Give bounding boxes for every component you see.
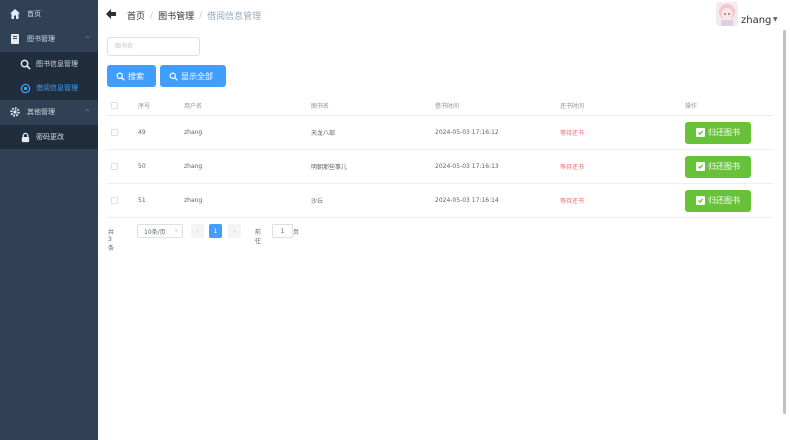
header: 首页 / 图书管理 / 借阅信息管理 zhang ▼: [98, 0, 790, 30]
back-arrow-icon[interactable]: [105, 8, 117, 20]
cell-action: 归还图书: [685, 116, 751, 149]
check-icon: [696, 128, 705, 137]
cell-book: 沙丘: [311, 198, 324, 205]
vertical-scrollbar[interactable]: [783, 30, 786, 414]
cell-borrow-time: 2024-05-03 17:16:13: [435, 163, 499, 170]
select-all-checkbox[interactable]: [111, 101, 118, 109]
page-number-1[interactable]: 1: [209, 224, 222, 238]
column-header-id: 序号: [138, 102, 151, 110]
breadcrumb-home[interactable]: 首页: [127, 9, 145, 22]
sidebar-item-borrow-info[interactable]: 借阅信息管理: [0, 76, 98, 100]
cell-return-status: 等待还书: [560, 130, 585, 137]
book-icon: [9, 33, 21, 45]
return-book-button[interactable]: 归还图书: [685, 155, 751, 178]
column-header-borrow-time: 借书时间: [435, 102, 460, 110]
sidebar-item-book-mgmt[interactable]: 图书管理 ^: [0, 27, 98, 51]
cell-id: 50: [138, 163, 146, 170]
pagination-total: 共 3 条: [108, 229, 115, 252]
check-icon: [696, 162, 705, 171]
sidebar-item-password-change[interactable]: 密码更改: [0, 125, 98, 149]
sidebar-item-label: 图书管理: [27, 35, 55, 43]
return-book-label: 归还图书: [708, 162, 740, 171]
breadcrumb-current: 借阅信息管理: [207, 12, 262, 22]
cell-book: 明朝那些事儿: [311, 164, 348, 171]
book-name-search-input[interactable]: [107, 37, 200, 56]
search-button-label: 搜索: [128, 71, 144, 81]
chevron-up-icon: ^: [84, 35, 90, 43]
breadcrumb-separator: /: [150, 10, 154, 21]
home-icon: [9, 8, 21, 20]
sidebar-item-label: 首页: [27, 10, 41, 18]
username[interactable]: zhang: [741, 15, 771, 26]
return-book-button[interactable]: 归还图书: [685, 121, 751, 144]
cell-user: zhang: [184, 197, 203, 204]
check-icon: [696, 196, 705, 205]
column-header-book: 图书名: [311, 102, 330, 110]
goto-label: 前往: [255, 229, 262, 245]
page-suffix: 页: [293, 229, 300, 236]
borrow-icon: [19, 82, 31, 94]
page-size-select[interactable]: 10条/页 ∨: [137, 224, 183, 238]
chevron-up-icon: ^: [84, 108, 90, 116]
sidebar-item-home[interactable]: 首页: [0, 2, 98, 26]
cell-return-status: 等待还书: [560, 198, 585, 205]
cell-action: 归还图书: [685, 184, 751, 217]
search-icon: [19, 58, 31, 70]
cell-user: zhang: [184, 129, 203, 136]
row-checkbox-cell: [111, 184, 118, 217]
sidebar-item-label: 密码更改: [36, 133, 64, 141]
show-all-button[interactable]: 显示全部: [160, 65, 226, 87]
chevron-down-icon: ∨: [174, 228, 178, 234]
row-checkbox-cell: [111, 116, 118, 149]
return-book-button[interactable]: 归还图书: [685, 189, 751, 212]
search-icon: [116, 72, 125, 81]
cell-user: zhang: [184, 163, 203, 170]
search-button[interactable]: 搜索: [107, 65, 156, 87]
sidebar-item-label: 其他管理: [27, 108, 55, 116]
cell-book: 天龙八部: [311, 130, 336, 137]
cell-id: 51: [138, 197, 146, 204]
sidebar-item-other-mgmt[interactable]: 其他管理 ^: [0, 100, 98, 124]
cell-id: 49: [138, 129, 146, 136]
table-row: 49 zhang 天龙八部 2024-05-03 17:16:12 等待还书 归…: [107, 116, 773, 150]
breadcrumb: 首页 / 图书管理 / 借阅信息管理: [127, 9, 262, 23]
return-book-label: 归还图书: [708, 128, 740, 137]
goto-page-input[interactable]: [272, 224, 293, 238]
return-book-label: 归还图书: [708, 196, 740, 205]
sidebar-item-label: 图书信息管理: [36, 60, 78, 68]
next-page-button[interactable]: ›: [228, 224, 241, 238]
show-all-button-label: 显示全部: [181, 71, 213, 81]
row-checkbox[interactable]: [111, 197, 118, 204]
sidebar: 首页 图书管理 ^ 图书信息管理 借阅信息管理 其他管理 ^ 密码更改: [0, 0, 98, 440]
sidebar-item-book-info[interactable]: 图书信息管理: [0, 52, 98, 76]
page-size-value: 10条/页: [144, 228, 166, 236]
column-header-user: 用户名: [184, 102, 203, 110]
column-header-return-time: 还书时间: [560, 102, 585, 110]
row-checkbox[interactable]: [111, 129, 118, 136]
cell-return-status: 等待还书: [560, 164, 585, 171]
cell-action: 归还图书: [685, 150, 751, 183]
table-header: 序号 用户名 图书名 借书时间 还书时间 操作: [107, 95, 773, 116]
row-checkbox[interactable]: [111, 163, 118, 170]
lock-icon: [19, 131, 31, 143]
table-row: 51 zhang 沙丘 2024-05-03 17:16:14 等待还书 归还图…: [107, 184, 773, 218]
sidebar-item-label: 借阅信息管理: [36, 84, 78, 92]
prev-page-button[interactable]: ‹: [191, 224, 204, 238]
avatar[interactable]: [716, 2, 738, 26]
breadcrumb-separator: /: [199, 10, 203, 21]
select-all-cell: [111, 95, 118, 115]
column-header-action: 操作: [685, 102, 698, 110]
search-icon: [169, 72, 178, 81]
gear-icon: [9, 106, 21, 118]
cell-borrow-time: 2024-05-03 17:16:14: [435, 197, 499, 204]
table-row: 50 zhang 明朝那些事儿 2024-05-03 17:16:13 等待还书…: [107, 150, 773, 184]
breadcrumb-book-mgmt[interactable]: 图书管理: [158, 9, 194, 22]
row-checkbox-cell: [111, 150, 118, 183]
cell-borrow-time: 2024-05-03 17:16:12: [435, 129, 499, 136]
caret-down-icon[interactable]: ▼: [773, 16, 778, 23]
